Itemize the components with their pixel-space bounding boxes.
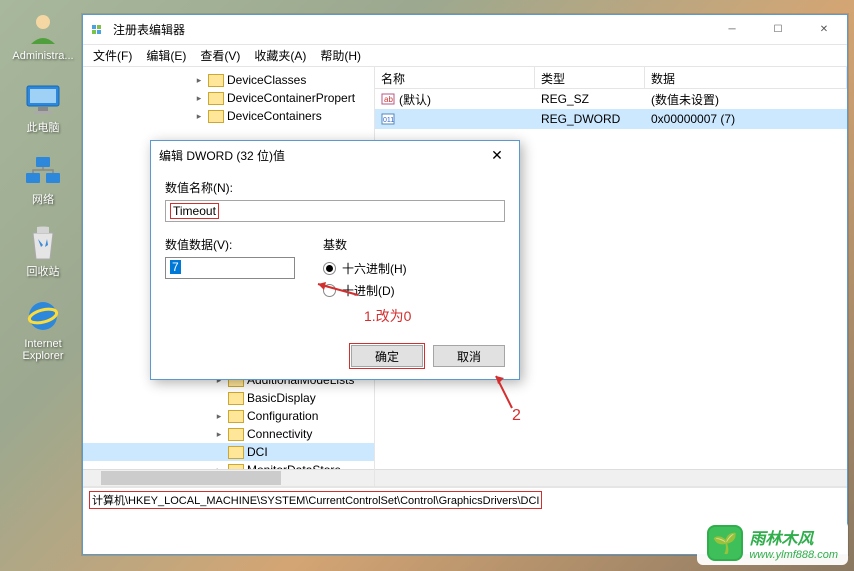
desktop-icon-label: 回收站 (27, 266, 60, 278)
menu-file[interactable]: 文件(F) (93, 47, 132, 64)
desktop-icon-label: Administra... (12, 50, 73, 62)
expand-icon[interactable]: ▸ (193, 93, 205, 104)
watermark: 🌱 雨林木风 www.ylmf888.com (697, 521, 848, 565)
window-controls: ─ ☐ ✕ (709, 15, 847, 45)
ie-icon (23, 296, 63, 336)
value-row[interactable]: ab(默认) REG_SZ (数值未设置) (375, 89, 847, 109)
header-name[interactable]: 名称 (375, 67, 535, 88)
value-row-selected[interactable]: 011 REG_DWORD 0x00000007 (7) (375, 109, 847, 129)
dialog-title: 编辑 DWORD (32 位)值 (159, 147, 285, 164)
maximize-button[interactable]: ☐ (755, 15, 801, 45)
watermark-url: www.ylmf888.com (749, 549, 838, 561)
menu-view[interactable]: 查看(V) (200, 47, 240, 64)
edit-dword-dialog: 编辑 DWORD (32 位)值 ✕ 数值名称(N): Timeout 数值数据… (150, 140, 520, 380)
folder-icon (228, 446, 244, 459)
tree-item[interactable]: ▸DeviceContainerPropert (83, 89, 374, 107)
dialog-title-bar: 编辑 DWORD (32 位)值 ✕ (151, 141, 519, 169)
cancel-button[interactable]: 取消 (433, 345, 505, 367)
tree-item-selected[interactable]: DCI (83, 443, 374, 461)
window-title: 注册表编辑器 (113, 21, 709, 38)
folder-icon (228, 428, 244, 441)
status-path: 计算机\HKEY_LOCAL_MACHINE\SYSTEM\CurrentCon… (89, 491, 542, 509)
value-name-label: 数值名称(N): (165, 179, 505, 196)
radio-icon (323, 262, 336, 275)
header-data[interactable]: 数据 (645, 67, 847, 88)
tree-item[interactable]: ▸DeviceContainers (83, 107, 374, 125)
desktop-icon-label: 此电脑 (27, 122, 60, 134)
value-data-label: 数值数据(V): (165, 236, 295, 253)
svg-text:ab: ab (384, 95, 393, 104)
menu-bar: 文件(F) 编辑(E) 查看(V) 收藏夹(A) 帮助(H) (83, 45, 847, 67)
radix-label: 基数 (323, 236, 407, 253)
desktop-icon-label: 网络 (32, 194, 54, 206)
status-bar: 计算机\HKEY_LOCAL_MACHINE\SYSTEM\CurrentCon… (83, 487, 847, 509)
menu-favorites[interactable]: 收藏夹(A) (254, 47, 306, 64)
tree-item[interactable]: BasicDisplay (83, 389, 374, 407)
expand-icon[interactable]: ▸ (213, 429, 225, 440)
computer-icon (23, 80, 63, 120)
menu-edit[interactable]: 编辑(E) (146, 47, 186, 64)
scrollbar-horizontal[interactable] (375, 469, 847, 486)
tree-item[interactable]: ▸DeviceClasses (83, 71, 374, 89)
scrollbar-horizontal[interactable] (83, 469, 374, 486)
value-data-input[interactable]: 7 (165, 257, 295, 279)
folder-icon (228, 392, 244, 405)
user-icon (23, 8, 63, 48)
ok-button[interactable]: 确定 (351, 345, 423, 367)
list-header: 名称 类型 数据 (375, 67, 847, 89)
title-bar: 注册表编辑器 ─ ☐ ✕ (83, 15, 847, 45)
dword-value-icon: 011 (381, 112, 395, 126)
header-type[interactable]: 类型 (535, 67, 645, 88)
network-icon (23, 152, 63, 192)
expand-icon[interactable]: ▸ (213, 411, 225, 422)
radio-dec[interactable]: 十进制(D) (323, 279, 407, 301)
folder-icon (208, 110, 224, 123)
folder-icon (208, 92, 224, 105)
regedit-icon (91, 22, 107, 38)
watermark-title: 雨林木风 (749, 525, 838, 549)
svg-text:011: 011 (383, 117, 394, 124)
desktop-icon-recycle[interactable]: 回收站 (8, 224, 78, 278)
recycle-bin-icon (23, 224, 63, 264)
dialog-close-button[interactable]: ✕ (483, 147, 511, 164)
radio-icon (323, 284, 336, 297)
expand-icon[interactable]: ▸ (193, 111, 205, 122)
desktop-icons: Administra... 此电脑 网络 回收站 Internet Explor… (8, 8, 78, 363)
tree-item[interactable]: ▸Connectivity (83, 425, 374, 443)
watermark-icon: 🌱 (707, 525, 743, 561)
radio-hex[interactable]: 十六进制(H) (323, 257, 407, 279)
value-name-field[interactable]: Timeout (165, 200, 505, 222)
desktop-icon-network[interactable]: 网络 (8, 152, 78, 206)
desktop-icon-thispc[interactable]: 此电脑 (8, 80, 78, 134)
string-value-icon: ab (381, 92, 395, 106)
folder-icon (208, 74, 224, 87)
folder-icon (228, 410, 244, 423)
desktop-icon-ie[interactable]: Internet Explorer (8, 296, 78, 362)
close-button[interactable]: ✕ (801, 15, 847, 45)
tree-item[interactable]: ▸Configuration (83, 407, 374, 425)
desktop-icon-label: Internet Explorer (8, 338, 78, 362)
desktop-icon-admin[interactable]: Administra... (8, 8, 78, 62)
minimize-button[interactable]: ─ (709, 15, 755, 45)
menu-help[interactable]: 帮助(H) (320, 47, 361, 64)
expand-icon[interactable]: ▸ (193, 75, 205, 86)
